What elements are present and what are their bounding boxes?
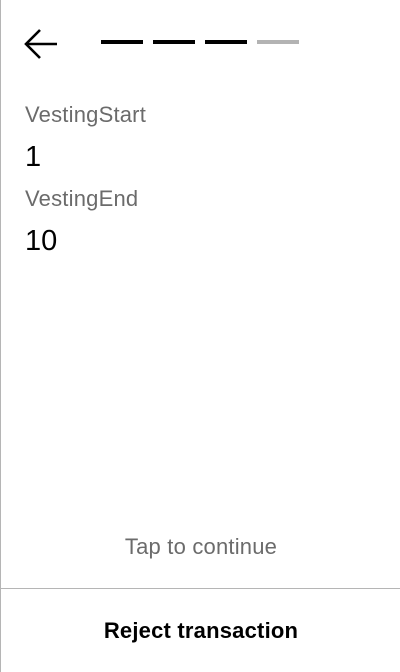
progress-step-2: [153, 40, 195, 44]
transaction-review-screen: VestingStart 1 VestingEnd 10 Tap to cont…: [0, 0, 400, 672]
back-button[interactable]: [23, 28, 63, 60]
vesting-end-value: 10: [25, 225, 58, 257]
vesting-start-value: 1: [25, 141, 42, 173]
progress-step-4: [257, 40, 299, 44]
tap-to-continue[interactable]: Tap to continue: [1, 534, 400, 560]
progress-step-1: [101, 40, 143, 44]
progress-step-3: [205, 40, 247, 44]
reject-transaction-label: Reject transaction: [103, 617, 299, 643]
reject-transaction-button[interactable]: Reject transaction: [1, 589, 400, 672]
vesting-start-label: VestingStart: [25, 102, 147, 127]
vesting-end-label: VestingEnd: [25, 186, 139, 211]
arrow-left-icon: [24, 29, 57, 59]
